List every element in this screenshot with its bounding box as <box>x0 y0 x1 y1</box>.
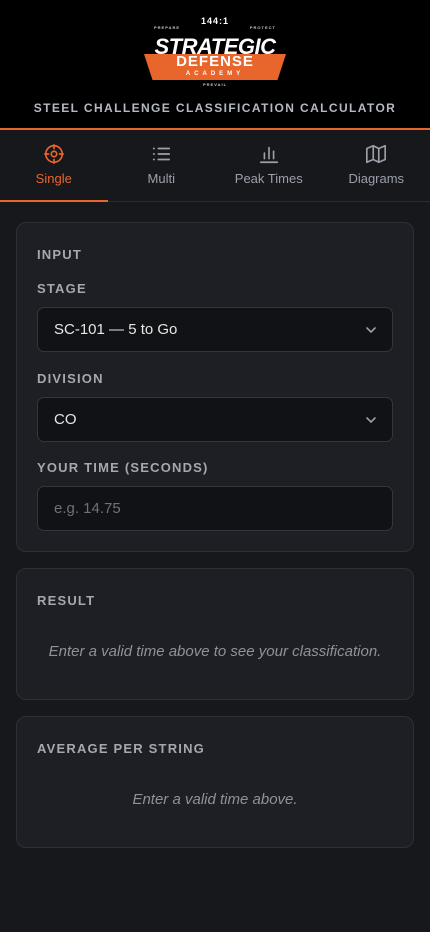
crosshair-icon <box>43 144 64 164</box>
time-label: YOUR TIME (SECONDS) <box>37 460 209 475</box>
stage-select[interactable]: SC-101 — 5 to Go <box>37 307 393 352</box>
bar-chart-icon <box>259 146 278 164</box>
time-input[interactable]: e.g. 14.75 <box>37 486 393 531</box>
tab-bar: Single Multi Peak Times Diagrams <box>0 132 430 202</box>
app-subtitle: STEEL CHALLENGE CLASSIFICATION CALCULATO… <box>33 101 397 115</box>
chevron-down-icon <box>366 327 376 334</box>
logo-academy-text: ACADEMY <box>185 71 245 77</box>
tab-diagrams[interactable]: Diagrams <box>323 132 430 201</box>
division-select-value: CO <box>54 411 77 428</box>
logo-prepare-text: PREPARE <box>154 25 181 30</box>
input-card-title: INPUT <box>37 247 82 262</box>
division-select[interactable]: CO <box>37 397 393 442</box>
average-card-title: AVERAGE PER STRING <box>37 741 205 756</box>
division-label: DIVISION <box>37 371 104 386</box>
result-message: Enter a valid time above to see your cla… <box>48 643 382 660</box>
academy-logo: 144:1 PREPARE PROTECT STRATEGIC DEFENSE … <box>130 16 300 90</box>
result-card: RESULT Enter a valid time above to see y… <box>16 568 414 700</box>
average-card: AVERAGE PER STRING Enter a valid time ab… <box>16 716 414 848</box>
tab-diagrams-label: Diagrams <box>348 171 405 186</box>
map-icon <box>366 144 387 164</box>
tab-multi-label: Multi <box>147 171 175 186</box>
stage-select-value: SC-101 — 5 to Go <box>54 321 178 338</box>
input-card: INPUT STAGE SC-101 — 5 to Go DIVISION CO… <box>16 222 414 552</box>
tab-peak-times-label: Peak Times <box>234 171 303 186</box>
tab-peak-times[interactable]: Peak Times <box>215 132 323 201</box>
logo-protect-text: PROTECT <box>249 25 276 30</box>
list-icon <box>153 147 171 161</box>
average-message: Enter a valid time above. <box>132 791 298 808</box>
tab-single[interactable]: Single <box>0 132 108 202</box>
result-card-title: RESULT <box>37 593 96 608</box>
tab-multi[interactable]: Multi <box>108 132 216 201</box>
chevron-down-icon <box>366 417 376 424</box>
logo-defense-text: DEFENSE <box>176 53 254 70</box>
app-header: 144:1 PREPARE PROTECT STRATEGIC DEFENSE … <box>0 0 430 130</box>
logo-prevail-text: PREVAIL <box>202 82 228 87</box>
tab-single-label: Single <box>35 171 72 186</box>
stage-label: STAGE <box>37 281 87 296</box>
